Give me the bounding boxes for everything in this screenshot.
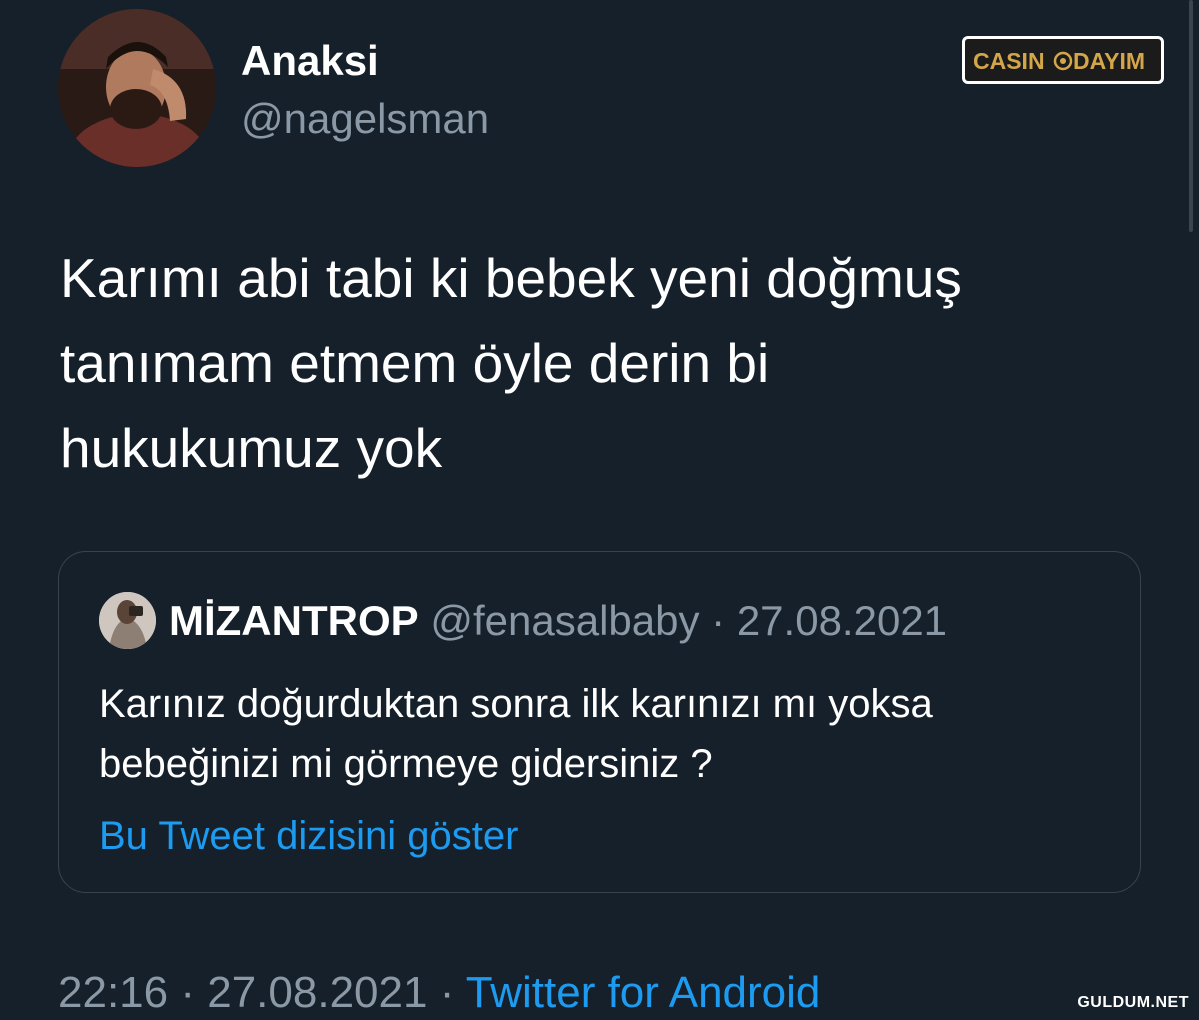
- scrollbar[interactable]: [1189, 0, 1193, 232]
- quoted-tweet-card[interactable]: MİZANTROP @fenasalbaby · 27.08.2021 Karı…: [58, 551, 1141, 893]
- casino-logo-text-2: DAYIM: [1073, 48, 1145, 74]
- quoted-date[interactable]: 27.08.2021: [737, 597, 947, 644]
- quoted-tweet-text: Karınız doğurduktan sonra ilk karınızı m…: [99, 674, 1099, 794]
- quoted-display-name[interactable]: MİZANTROP: [169, 597, 419, 644]
- meta-separator: ·: [439, 968, 455, 1017]
- casino-logo-text-1: CASIN: [973, 48, 1045, 74]
- quoted-separator: ·: [711, 597, 726, 644]
- tweet-text-line: tanımam etmem öyle derin bi: [60, 332, 770, 394]
- profile-photo-icon: [58, 9, 216, 167]
- tweet-meta: 22:16 · 27.08.2021 · Twitter for Android: [58, 966, 820, 1020]
- tweet-text-line: Karımı abi tabi ki bebek yeni doğmuş: [60, 247, 962, 309]
- casino-logo: CASIN DAYIM: [962, 36, 1164, 84]
- author-display-name[interactable]: Anaksi: [241, 36, 379, 86]
- quoted-profile-photo-icon: [99, 592, 156, 649]
- quoted-author-avatar[interactable]: [99, 592, 156, 649]
- tweet-date[interactable]: 27.08.2021: [207, 968, 427, 1017]
- author-handle[interactable]: @nagelsman: [241, 94, 489, 144]
- tweet-time[interactable]: 22:16: [58, 968, 168, 1017]
- tweet-text-line: hukukumuz yok: [60, 417, 443, 479]
- meta-separator: ·: [180, 968, 195, 1017]
- site-watermark: GULDUM.NET: [1077, 994, 1189, 1011]
- show-thread-link[interactable]: Bu Tweet dizisini göster: [99, 810, 518, 862]
- tweet-source-link[interactable]: Twitter for Android: [466, 968, 821, 1017]
- quoted-handle[interactable]: @fenasalbaby: [430, 597, 699, 644]
- quoted-text-line: bebeğinizi mi görmeye gidersiniz ?: [99, 742, 713, 786]
- quoted-text-line: Karınız doğurduktan sonra ilk karınızı m…: [99, 682, 933, 726]
- author-avatar[interactable]: [58, 9, 216, 167]
- tweet-text: Karımı abi tabi ki bebek yeni doğmuş tan…: [60, 236, 1140, 491]
- casino-logo-graphic: CASIN DAYIM: [973, 48, 1145, 74]
- quoted-tweet-header: MİZANTROP @fenasalbaby · 27.08.2021: [169, 596, 947, 646]
